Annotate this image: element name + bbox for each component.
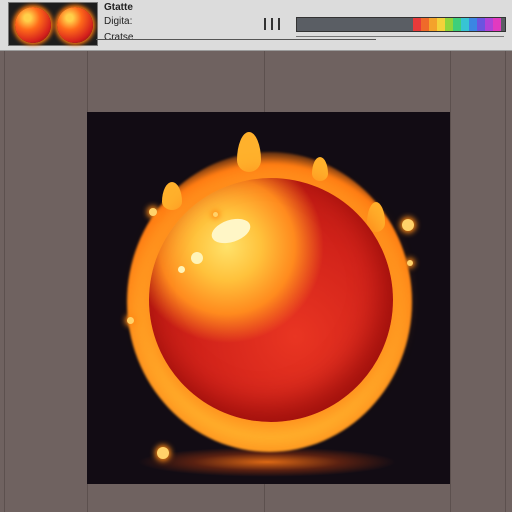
thumbnail-fire-orb-2[interactable] xyxy=(57,7,93,43)
palette-swatch[interactable] xyxy=(429,18,437,31)
pause-controls-icon[interactable] xyxy=(262,18,282,32)
palette-swatch[interactable] xyxy=(437,18,445,31)
palette-swatch[interactable] xyxy=(421,18,429,31)
thumbnail-strip xyxy=(8,2,98,46)
palette-swatch[interactable] xyxy=(453,18,461,31)
document-title: Gtatte xyxy=(104,2,133,13)
artwork-canvas[interactable] xyxy=(87,112,450,484)
toolbar-divider xyxy=(96,39,376,40)
palette-swatch[interactable] xyxy=(493,18,501,31)
palette-underline xyxy=(296,36,504,37)
palette-swatch[interactable] xyxy=(469,18,477,31)
document-subtitle-1: Digita: xyxy=(104,16,133,27)
palette-swatch[interactable] xyxy=(461,18,469,31)
palette-swatch[interactable] xyxy=(445,18,453,31)
palette-swatch[interactable] xyxy=(413,18,421,31)
thumbnail-fire-orb-1[interactable] xyxy=(15,7,51,43)
palette-swatch[interactable] xyxy=(477,18,485,31)
document-subtitle-2: Cratse xyxy=(104,32,134,43)
toolbar: Gtatte Digita: Cratse xyxy=(0,0,512,51)
color-palette-bar[interactable] xyxy=(296,17,506,32)
workspace xyxy=(0,51,512,512)
fire-orb-icon xyxy=(149,178,393,422)
palette-swatch[interactable] xyxy=(485,18,493,31)
